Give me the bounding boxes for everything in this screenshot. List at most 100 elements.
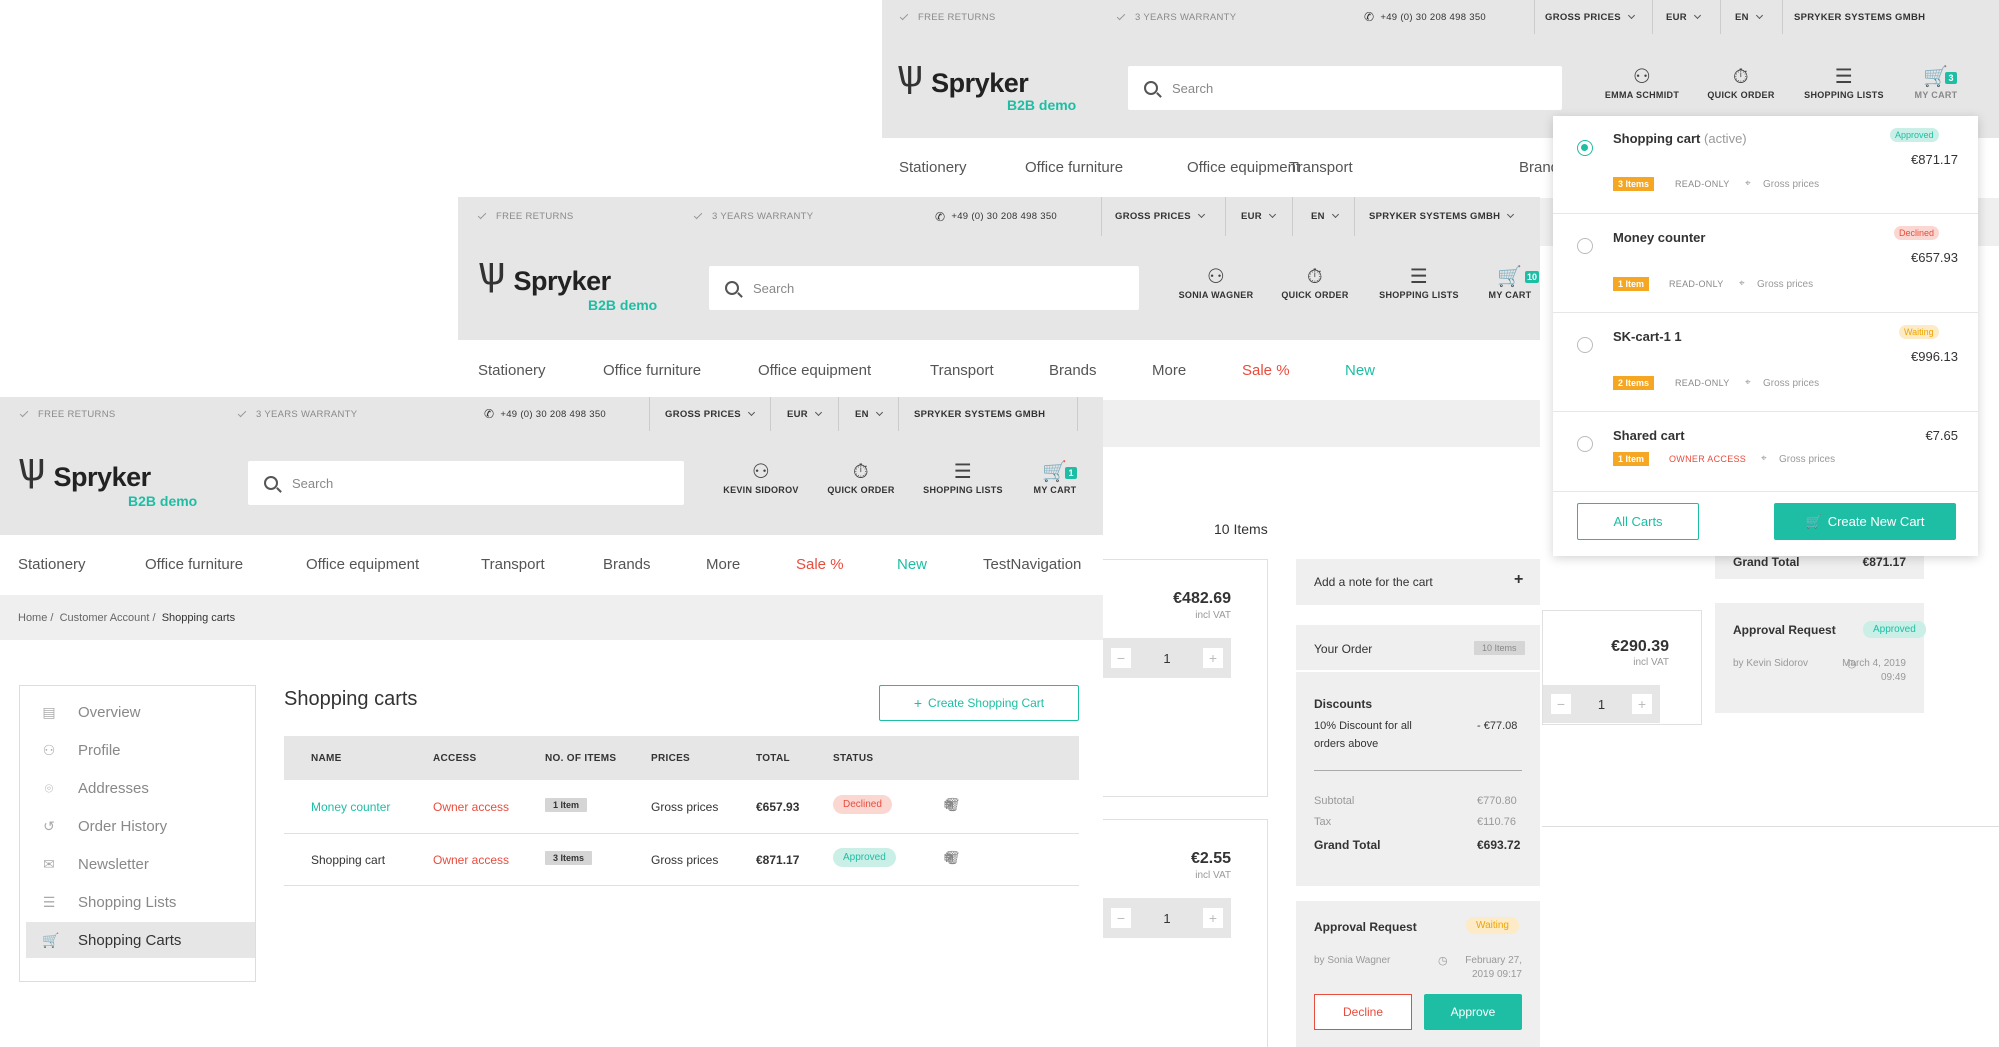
search-input[interactable]: Search xyxy=(709,266,1139,310)
nav-new[interactable]: New xyxy=(1345,362,1375,379)
status-badge: Waiting xyxy=(1899,325,1939,339)
company-dropdown[interactable]: SPRYKER SYSTEMS GMBH xyxy=(1369,197,1515,236)
user-icon: ⚇ xyxy=(1632,66,1652,88)
shopping-lists-button[interactable]: ☰ SHOPPING LISTS xyxy=(1373,264,1465,300)
cart-name-link[interactable]: Money counter xyxy=(311,800,390,814)
radio-unselected[interactable] xyxy=(1577,337,1593,353)
plus-icon[interactable]: + xyxy=(1202,908,1223,928)
trash-icon[interactable]: 🗑 xyxy=(944,850,971,866)
currency-dropdown[interactable]: EUR xyxy=(1666,0,1702,34)
sidebar-item-shopping-lists[interactable]: ☰ Shopping Lists xyxy=(26,884,255,920)
add-note-row[interactable]: Add a note for the cart + xyxy=(1296,559,1540,605)
breadcrumb-account[interactable]: Customer Account / xyxy=(60,612,156,624)
nav-more[interactable]: More xyxy=(706,556,740,573)
nav-office-furniture[interactable]: Office furniture xyxy=(603,362,701,379)
sidebar-item-profile[interactable]: ⚇ Profile xyxy=(26,732,255,768)
location-pin-icon: ⌾ xyxy=(44,779,54,796)
chevron-down-icon xyxy=(1755,11,1763,19)
trash-icon[interactable]: 🗑 xyxy=(944,797,971,813)
radio-selected[interactable] xyxy=(1577,140,1593,156)
gross-prices-dropdown[interactable]: GROSS PRICES xyxy=(1545,0,1635,34)
quick-order-button[interactable]: ⏱ QUICK ORDER xyxy=(1276,264,1354,300)
quantity-stepper[interactable]: −1 + xyxy=(1103,898,1231,938)
sidebar-item-overview[interactable]: ▤ Overview xyxy=(26,694,255,730)
plus-icon[interactable]: + xyxy=(1202,648,1223,668)
envelope-icon: ✉ xyxy=(43,855,55,872)
nav-sale[interactable]: Sale % xyxy=(796,556,844,573)
sidebar-item-shopping-carts[interactable]: 🛒 Shopping Carts xyxy=(26,922,255,958)
nav-office-equipment[interactable]: Office equipment xyxy=(1187,159,1300,176)
decline-button[interactable]: Decline xyxy=(1314,994,1412,1030)
minus-icon[interactable]: − xyxy=(1551,694,1571,714)
radio-unselected[interactable] xyxy=(1577,436,1593,452)
quick-order-button[interactable]: ⏱ QUICK ORDER xyxy=(822,459,900,495)
sidebar-item-newsletter[interactable]: ✉ Newsletter xyxy=(26,846,255,882)
nav-stationery[interactable]: Stationery xyxy=(478,362,546,379)
gross-prices-dropdown[interactable]: GROSS PRICES xyxy=(1115,197,1205,236)
all-carts-button[interactable]: All Carts xyxy=(1577,503,1699,540)
gross-prices-dropdown[interactable]: GROSS PRICES xyxy=(665,397,755,431)
nav-office-equipment[interactable]: Office equipment xyxy=(758,362,871,379)
user-menu[interactable]: ⚇ KEVIN SIDOROV xyxy=(718,459,804,495)
create-shopping-cart-button[interactable]: + Create Shopping Cart xyxy=(879,685,1079,721)
search-input[interactable]: Search xyxy=(1128,66,1562,110)
create-new-cart-button[interactable]: 🛒 Create New Cart xyxy=(1774,503,1956,540)
nav-brands[interactable]: Brands xyxy=(1049,362,1097,379)
nav-office-equipment[interactable]: Office equipment xyxy=(306,556,419,573)
search-input[interactable]: Search xyxy=(248,461,684,505)
plus-icon[interactable]: + xyxy=(1631,694,1652,714)
check-icon xyxy=(19,408,29,417)
cart-item-card: €482.69 incl VAT −1 + xyxy=(1102,559,1268,797)
shopping-lists-button[interactable]: ☰ SHOPPING LISTS xyxy=(1798,64,1890,100)
approve-button[interactable]: Approve xyxy=(1424,994,1522,1030)
table-row[interactable]: Shopping cart Owner access 3 Items Gross… xyxy=(284,834,1079,886)
minus-icon[interactable]: − xyxy=(1111,648,1131,668)
breadcrumb-home[interactable]: Home / xyxy=(18,612,53,624)
logo[interactable]: ѱ Spryker B2B demo xyxy=(897,54,1076,113)
nav-office-furniture[interactable]: Office furniture xyxy=(1025,159,1123,176)
minus-icon[interactable]: − xyxy=(1111,908,1131,928)
language-dropdown[interactable]: EN xyxy=(1735,0,1763,34)
nav-stationery[interactable]: Stationery xyxy=(18,556,86,573)
language-dropdown[interactable]: EN xyxy=(855,397,883,431)
language-dropdown[interactable]: EN xyxy=(1311,197,1339,236)
quantity-stepper[interactable]: −1 + xyxy=(1103,638,1231,678)
user-menu[interactable]: ⚇ SONIA WAGNER xyxy=(1174,264,1258,300)
cart-name-link[interactable]: Shopping cart xyxy=(311,853,385,867)
quick-order-button[interactable]: ⏱ QUICK ORDER xyxy=(1702,64,1780,100)
nav-new[interactable]: New xyxy=(897,556,927,573)
sidebar-item-order-history[interactable]: ↺ Order History xyxy=(26,808,255,844)
quantity-stepper[interactable]: −1 + xyxy=(1543,685,1660,723)
cart-option[interactable]: SK-cart-1 1 Waiting €996.13 2 Items READ… xyxy=(1553,313,1978,412)
my-cart-button[interactable]: 🛒 MY CART xyxy=(1906,64,1966,100)
table-row[interactable]: Money counter Owner access 1 Item Gross … xyxy=(284,780,1079,834)
chevron-down-icon xyxy=(1627,11,1635,19)
items-badge: 3 Items xyxy=(1613,177,1655,191)
logo[interactable]: ѱ Spryker B2B demo xyxy=(18,446,197,509)
plus-icon[interactable]: + xyxy=(1514,571,1523,589)
nav-office-furniture[interactable]: Office furniture xyxy=(145,556,243,573)
shopping-lists-button[interactable]: ☰ SHOPPING LISTS xyxy=(917,459,1009,495)
nav-transport[interactable]: Transport xyxy=(1289,159,1353,176)
plus-icon: + xyxy=(913,695,923,711)
nav-stationery[interactable]: Stationery xyxy=(899,159,967,176)
nav-more[interactable]: More xyxy=(1152,362,1186,379)
nav-test-navigation[interactable]: TestNavigation xyxy=(983,556,1081,573)
nav-brands[interactable]: Brands xyxy=(603,556,651,573)
cart-option[interactable]: Shopping cart (active) Approved €871.17 … xyxy=(1553,116,1978,214)
cart-option[interactable]: Shared cart €7.65 1 Item OWNER ACCESS ⌖ … xyxy=(1553,412,1978,492)
sidebar-item-addresses[interactable]: ⌾ Addresses xyxy=(26,770,255,806)
logo[interactable]: ѱ Spryker B2B demo xyxy=(478,250,657,313)
nav-transport[interactable]: Transport xyxy=(481,556,545,573)
currency-dropdown[interactable]: EUR xyxy=(1241,197,1277,236)
nav-transport[interactable]: Transport xyxy=(930,362,994,379)
nav-sale[interactable]: Sale % xyxy=(1242,362,1290,379)
tag-icon: ⌖ xyxy=(1745,178,1751,189)
items-badge: 2 Items xyxy=(1613,376,1655,390)
currency-dropdown[interactable]: EUR xyxy=(787,397,823,431)
approval-panel: Approval Request Approved by Kevin Sidor… xyxy=(1715,603,1926,713)
user-menu[interactable]: ⚇ EMMA SCHMIDT xyxy=(1600,64,1684,100)
radio-unselected[interactable] xyxy=(1577,238,1593,254)
cart-option[interactable]: Money counter Declined €657.93 1 Item RE… xyxy=(1553,214,1978,313)
chevron-down-icon xyxy=(1693,11,1702,19)
